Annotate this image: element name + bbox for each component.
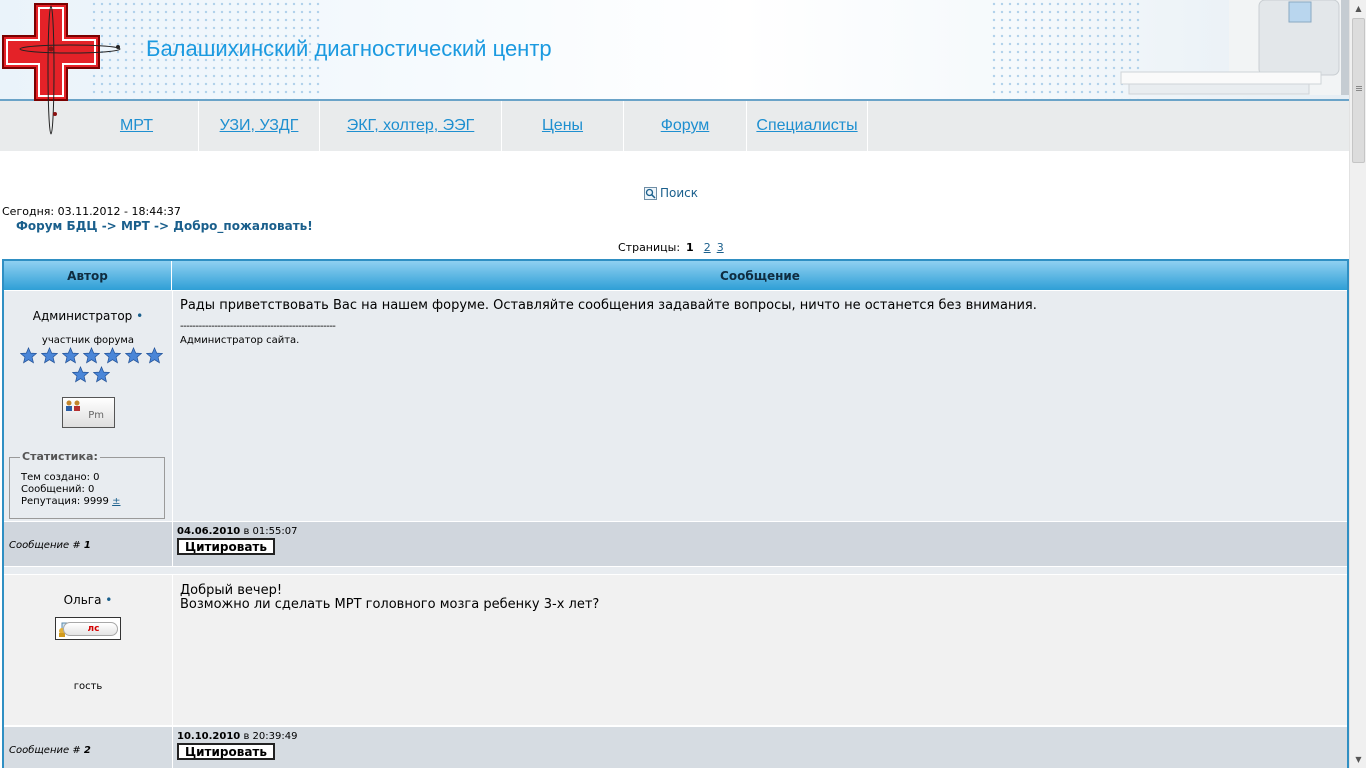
rank-star-icon: [124, 347, 142, 364]
site-banner: Балашихинский диагностический центр: [0, 0, 1349, 101]
ls-button[interactable]: лс: [55, 617, 121, 640]
rank-star-icon: [72, 366, 89, 383]
search-label[interactable]: Поиск: [660, 186, 698, 200]
post-2-author: Ольга •: [4, 593, 172, 607]
post-1-author-cell: Администратор • участник форума Pm Стати…: [4, 291, 172, 521]
pagination-label: Страницы:: [618, 241, 681, 254]
nav-link[interactable]: Специалисты: [756, 117, 857, 135]
rank-stars: [18, 347, 164, 383]
post-2-author-cell: Ольга • лс гость: [4, 575, 172, 725]
post-spacer: [4, 567, 1347, 574]
stats-legend: Статистика:: [20, 450, 100, 463]
post-2-number: Сообщение # 2: [9, 745, 91, 756]
signature-divider: ----------------------------------------…: [180, 321, 336, 332]
post-2-text-line2: Возможно ли сделать МРТ головного мозга …: [180, 597, 600, 612]
ls-label: лс: [63, 622, 118, 636]
post-1-meta-cell: [173, 522, 1347, 566]
scrollbar-thumb[interactable]: [1352, 18, 1365, 163]
post-1-author: Администратор •: [4, 309, 172, 323]
nav-link[interactable]: Цены: [542, 117, 583, 135]
nav-item-uzi[interactable]: УЗИ, УЗДГ: [199, 101, 320, 151]
pagination: Страницы: 1 2 3: [618, 241, 724, 254]
breadcrumb-separator: ->: [154, 219, 170, 233]
breadcrumb-separator: ->: [101, 219, 117, 233]
post-1-date: 04.06.2010 в 01:55:07: [177, 526, 297, 537]
quote-button[interactable]: Цитировать: [177, 743, 275, 760]
nav-link[interactable]: Форум: [661, 117, 710, 135]
pm-button[interactable]: Pm: [62, 397, 115, 428]
reputation-change-link[interactable]: ±: [112, 496, 120, 507]
post-2-date: 10.10.2010 в 20:39:49: [177, 731, 297, 742]
table-header: Автор Сообщение: [4, 261, 1347, 290]
online-indicator-icon: •: [136, 309, 144, 323]
breadcrumb-mrt[interactable]: МРТ: [121, 219, 150, 233]
author-stats: Статистика: Тем создано: 0 Сообщений: 0 …: [9, 450, 165, 519]
pagination-current: 1: [686, 241, 694, 254]
author-role: гость: [73, 681, 103, 692]
post-date: 04.06.2010: [177, 526, 241, 537]
post-date: 10.10.2010: [177, 731, 241, 742]
post-2-meta-cell: [173, 727, 1347, 768]
main-nav: МРТ УЗИ, УЗДГ ЭКГ, холтер, ЭЭГ Цены Фору…: [0, 101, 1349, 151]
post-1-signature: Администратор сайта.: [180, 335, 300, 346]
search-link[interactable]: Поиск: [644, 186, 698, 200]
rank-star-icon: [40, 347, 58, 364]
nav-item-ekg[interactable]: ЭКГ, холтер, ЭЭГ: [320, 101, 502, 151]
breadcrumb: Форум БДЦ -> МРТ -> Добро_пожаловать!: [16, 219, 313, 233]
post-1-text: Рады приветствовать Вас на нашем форуме.…: [180, 298, 1037, 313]
rank-star-icon: [82, 347, 100, 364]
column-author: Автор: [4, 261, 172, 290]
nav-item-specialists[interactable]: Специалисты: [747, 101, 868, 151]
quote-button[interactable]: Цитировать: [177, 538, 275, 555]
rank-star-icon: [19, 347, 37, 364]
reputation-value: Репутация: 9999: [21, 496, 109, 507]
post-2-text-line1: Добрый вечер!: [180, 583, 283, 598]
rank-star-icon: [103, 347, 121, 364]
nav-item-forum[interactable]: Форум: [624, 101, 747, 151]
post-number[interactable]: 2: [84, 745, 91, 756]
stats-messages: Сообщений: 0: [21, 484, 95, 495]
site-title: Балашихинский диагностический центр: [146, 36, 552, 61]
nav-link[interactable]: ЭКГ, холтер, ЭЭГ: [347, 117, 475, 135]
scroll-down-icon[interactable]: ▼: [1350, 751, 1366, 768]
pagination-page-2[interactable]: 2: [704, 241, 711, 254]
author-name[interactable]: Администратор: [33, 309, 133, 323]
post-time: 20:39:49: [252, 731, 298, 742]
column-message: Сообщение: [720, 269, 800, 283]
pagination-page-3[interactable]: 3: [717, 241, 724, 254]
users-icon: [66, 400, 80, 411]
rank-star-icon: [145, 347, 163, 364]
stats-reputation: Репутация: 9999 ±: [21, 496, 121, 507]
rank-star-icon: [61, 347, 79, 364]
post-1-message-cell: [173, 291, 1347, 521]
nav-item-prices[interactable]: Цены: [502, 101, 624, 151]
post-time: 01:55:07: [252, 526, 298, 537]
post-number[interactable]: 1: [84, 540, 91, 551]
red-cross-logo-icon: [2, 3, 121, 135]
stats-topics: Тем создано: 0: [21, 472, 100, 483]
post-at: в: [243, 731, 250, 742]
page-scrollbar[interactable]: ▲ ▼: [1349, 0, 1366, 768]
post-1-number: Сообщение # 1: [9, 540, 91, 551]
scroll-up-icon[interactable]: ▲: [1350, 0, 1366, 17]
today-datetime: Сегодня: 03.11.2012 - 18:44:37: [2, 205, 181, 218]
post-at: в: [243, 526, 250, 537]
author-rank: участник форума: [41, 335, 135, 346]
online-indicator-icon: •: [105, 593, 113, 607]
rank-star-icon: [93, 366, 110, 383]
forum-posts-table: Автор Сообщение Администратор • участник…: [2, 259, 1349, 768]
post-label: Сообщение #: [9, 745, 81, 756]
pm-label: Pm: [88, 410, 104, 421]
mri-scanner-icon: [1120, 0, 1349, 95]
magnifier-icon: [644, 186, 657, 200]
author-name[interactable]: Ольга: [64, 593, 102, 607]
post-label: Сообщение #: [9, 540, 81, 551]
breadcrumb-topic[interactable]: Добро_пожаловать!: [173, 219, 312, 233]
breadcrumb-forum[interactable]: Форум БДЦ: [16, 219, 98, 233]
nav-link[interactable]: УЗИ, УЗДГ: [220, 117, 299, 135]
